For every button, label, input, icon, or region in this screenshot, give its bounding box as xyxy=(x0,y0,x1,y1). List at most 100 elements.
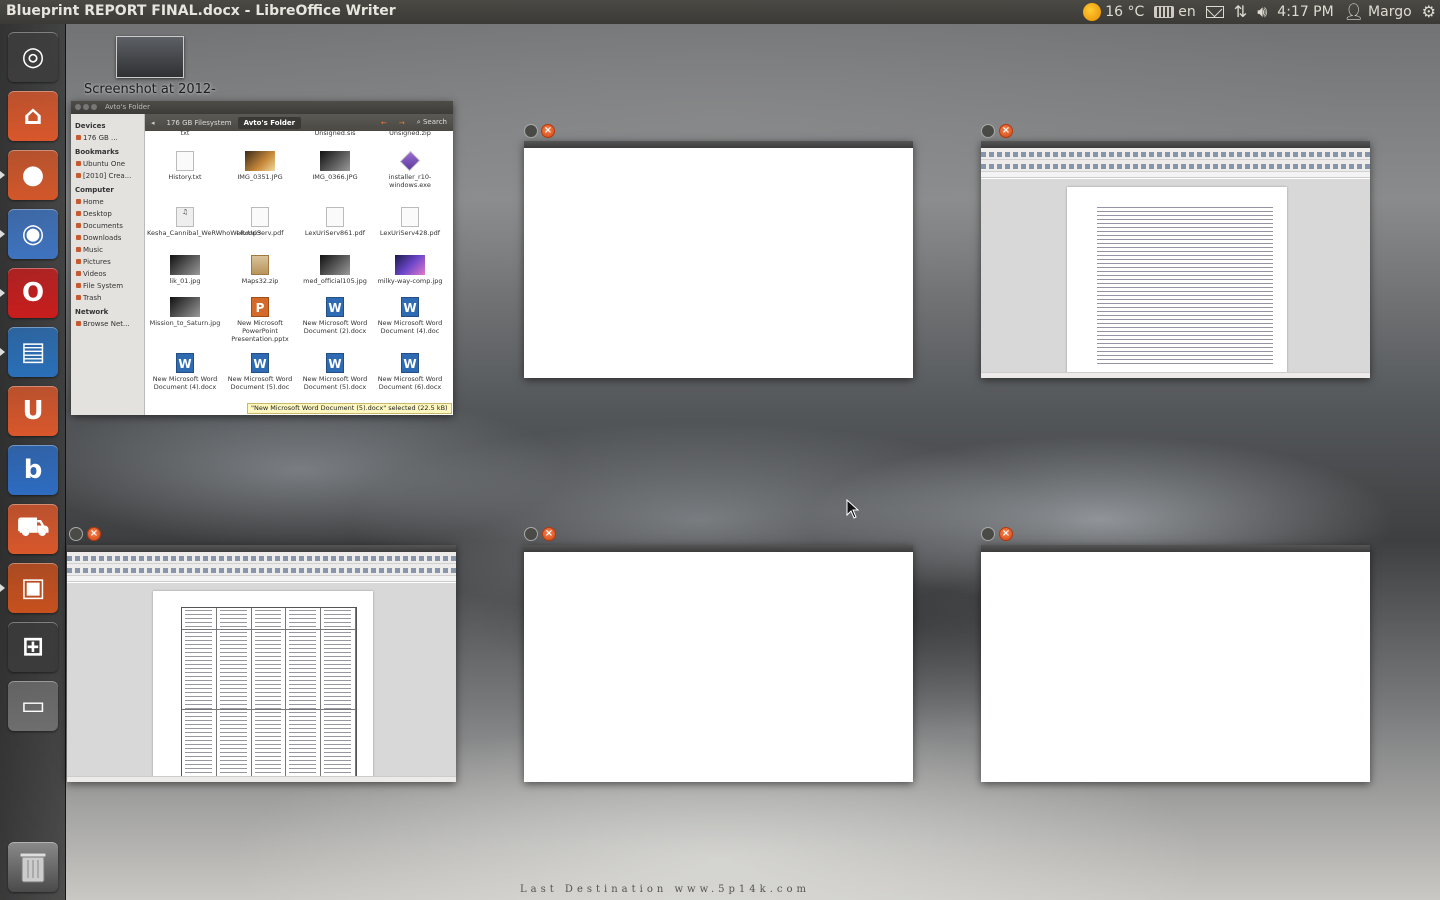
sound-indicator[interactable]: 🔊︎ xyxy=(1257,0,1267,24)
file-item[interactable]: W New Microsoft Word Document (5).docx xyxy=(297,353,373,391)
sidebar-item-file-system[interactable]: File System xyxy=(75,280,144,292)
file-item[interactable]: Unsigned.sis xyxy=(297,129,373,137)
bible-app-icon[interactable]: b xyxy=(8,445,58,495)
weather-indicator[interactable]: 16 °C xyxy=(1083,3,1144,21)
window-thumbnail-blank-2[interactable] xyxy=(524,545,913,782)
file-item[interactable]: milky-way-comp.jpg xyxy=(372,255,448,285)
file-item[interactable]: W New Microsoft Word Document (5).doc xyxy=(222,353,298,391)
desktop-screenshot-icon[interactable] xyxy=(116,36,184,78)
sidebar-item-pictures[interactable]: Pictures xyxy=(75,256,144,268)
breadcrumb-filesystem[interactable]: 176 GB Filesystem xyxy=(161,117,238,129)
file-name: Mission_to_Saturn.jpg xyxy=(149,319,221,327)
close-button[interactable]: × xyxy=(542,527,556,541)
user-indicator[interactable]: 👤︎ Margo xyxy=(1344,0,1412,24)
search-button[interactable]: ⌕ Search xyxy=(411,116,453,129)
window-controls[interactable] xyxy=(75,104,97,110)
window-thumbnail-blank-3[interactable] xyxy=(981,545,1370,782)
file-item[interactable]: lik_01.jpg xyxy=(147,255,223,285)
file-item[interactable]: W New Microsoft Word Document (6).docx xyxy=(372,353,448,391)
sidebar-item-browse-net[interactable]: Browse Net... xyxy=(75,318,144,330)
writer-format-toolbar xyxy=(981,160,1370,172)
file-item[interactable]: W New Microsoft Word Document (2).docx xyxy=(297,297,373,335)
ubuntu-one-icon[interactable]: U xyxy=(8,386,58,436)
maximize-button[interactable] xyxy=(524,527,538,541)
file-manager-titlebar[interactable]: Avto's Folder xyxy=(71,101,453,114)
sidebar-item-downloads[interactable]: Downloads xyxy=(75,232,144,244)
maximize-button[interactable] xyxy=(69,527,83,541)
network-arrows-icon: ⇅ xyxy=(1233,2,1248,21)
window-thumbnail-bar xyxy=(67,545,456,552)
nav-forward-icon[interactable]: → xyxy=(393,117,411,129)
top-panel: Blueprint REPORT FINAL.docx - LibreOffic… xyxy=(0,0,1440,24)
sidebar-item-music[interactable]: Music xyxy=(75,244,144,256)
close-button[interactable]: × xyxy=(999,527,1013,541)
writer-page xyxy=(153,591,373,782)
sidebar-item-2010-crea[interactable]: [2010] Crea... xyxy=(75,170,144,182)
sidebar-item-desktop[interactable]: Desktop xyxy=(75,208,144,220)
maximize-button[interactable] xyxy=(981,124,995,138)
file-item[interactable]: W New Microsoft Word Document (4).docx xyxy=(147,353,223,391)
file-item[interactable]: med_official105.jpg xyxy=(297,255,373,285)
file-manager-title: Avto's Folder xyxy=(105,103,150,111)
sidebar-item-home[interactable]: Home xyxy=(75,196,144,208)
file-manager-window[interactable]: Avto's Folder Devices 176 GB ... Bookmar… xyxy=(71,101,453,415)
image-thumbnail-icon xyxy=(170,297,200,317)
window-thumbnail-blank-1[interactable] xyxy=(524,141,913,378)
software-center-icon[interactable]: ⛟ xyxy=(8,504,58,554)
firefox-icon[interactable]: ● xyxy=(8,150,58,200)
session-indicator[interactable]: ⚙ xyxy=(1422,0,1436,24)
sidebar-item-documents[interactable]: Documents xyxy=(75,220,144,232)
close-button[interactable]: × xyxy=(87,527,101,541)
file-name: LexUriServ428.pdf xyxy=(379,229,441,237)
file-item[interactable]: LexUriServ.pdf xyxy=(222,207,298,237)
window-thumbnail-writer-table[interactable] xyxy=(67,545,456,782)
file-item[interactable]: ♫ Kesha_Cannibal_WeRWhoWeR.mp3 xyxy=(147,207,261,237)
nav-back-icon[interactable]: ← xyxy=(375,117,393,129)
writer-table xyxy=(181,607,357,782)
word-document-icon: W xyxy=(326,297,344,317)
sidebar-item-videos[interactable]: Videos xyxy=(75,268,144,280)
sidebar-item-176-gb[interactable]: 176 GB ... xyxy=(75,132,144,144)
file-item[interactable]: Mission_to_Saturn.jpg xyxy=(147,297,223,327)
file-name: milky-way-comp.jpg xyxy=(377,277,443,285)
libreoffice-writer-icon[interactable]: ▤ xyxy=(8,327,58,377)
close-button[interactable]: × xyxy=(541,124,555,138)
text-file-icon xyxy=(326,207,344,227)
clock-indicator[interactable]: 4:17 PM xyxy=(1277,4,1333,20)
maximize-button[interactable] xyxy=(524,124,538,138)
sidebar-item-ubuntu-one[interactable]: Ubuntu One xyxy=(75,158,144,170)
file-item[interactable]: IMG_0366.JPG xyxy=(297,151,373,181)
file-item[interactable]: txt xyxy=(147,129,223,137)
breadcrumb-current-folder[interactable]: Avto's Folder xyxy=(237,116,302,129)
opera-icon[interactable]: O xyxy=(8,268,58,318)
desktop-screenshot-label[interactable]: Screenshot at 2012- xyxy=(84,82,224,97)
file-item[interactable]: LexUriServ861.pdf xyxy=(297,207,373,237)
trash-icon[interactable] xyxy=(8,842,58,892)
close-button[interactable]: × xyxy=(999,124,1013,138)
messaging-indicator[interactable] xyxy=(1205,6,1224,18)
file-item[interactable]: LexUriServ428.pdf xyxy=(372,207,448,237)
libreoffice-impress-icon[interactable]: ▣ xyxy=(8,563,58,613)
file-item[interactable]: Unsigned.zip xyxy=(372,129,448,137)
back-arrow-icon[interactable]: ◂ xyxy=(145,117,161,129)
archive-icon xyxy=(251,255,269,275)
chromium-icon[interactable]: ◉ xyxy=(8,209,58,259)
maximize-button[interactable] xyxy=(981,527,995,541)
file-item[interactable]: History.txt xyxy=(147,151,223,181)
file-name: Maps32.zip xyxy=(241,277,279,285)
keyboard-indicator[interactable]: en xyxy=(1154,4,1196,20)
workspace-switcher-icon[interactable]: ⊞ xyxy=(8,622,58,672)
dash-home-icon[interactable]: ◎ xyxy=(8,32,58,82)
home-folder-icon[interactable]: ⌂ xyxy=(8,91,58,141)
file-item[interactable]: IMG_0351.JPG xyxy=(222,151,298,181)
file-item[interactable]: P New Microsoft PowerPoint Presentation.p… xyxy=(222,297,298,343)
sidebar-item-trash[interactable]: Trash xyxy=(75,292,144,304)
file-item[interactable]: installer_r10-windows.exe xyxy=(372,150,448,189)
file-item[interactable]: W New Microsoft Word Document (4).doc xyxy=(372,297,448,335)
file-name: lik_01.jpg xyxy=(169,277,201,285)
window-thumbnail-writer-text[interactable] xyxy=(981,141,1370,378)
drive-icon[interactable]: ▭ xyxy=(8,681,58,731)
file-name: New Microsoft Word Document (6).docx xyxy=(377,375,443,391)
file-item[interactable]: Maps32.zip xyxy=(222,255,298,285)
network-indicator[interactable]: ⇅ xyxy=(1234,0,1247,24)
